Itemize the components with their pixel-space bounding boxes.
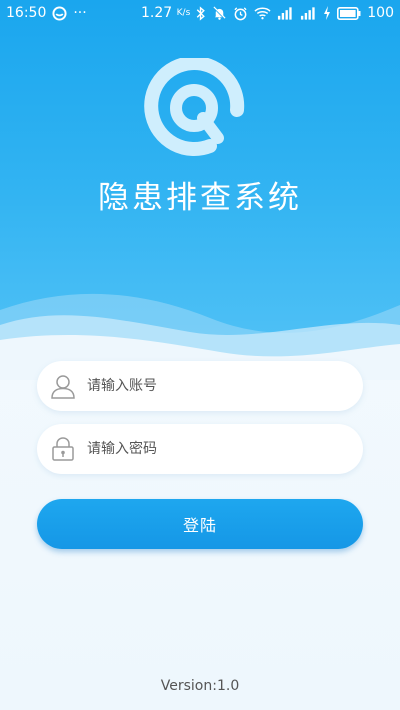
message-circle-icon [52, 0, 67, 26]
login-screen: 16:50 ··· 1.27 K/s 100 隐患排查系统 请输入账号 登陆 V… [0, 0, 400, 710]
charging-icon [323, 0, 331, 26]
password-field[interactable] [37, 424, 363, 474]
account-field[interactable] [37, 361, 363, 411]
signal-icon [277, 0, 294, 26]
network-speed-value: 1.27 [141, 5, 173, 21]
lock-icon [49, 435, 77, 463]
app-logo-icon [144, 58, 245, 157]
alarm-icon [233, 0, 248, 26]
signal-4g-icon [300, 0, 317, 26]
bluetooth-icon [196, 0, 206, 26]
network-speed: 1.27 K/s [141, 0, 190, 26]
user-icon [49, 372, 77, 400]
status-more: ··· [73, 5, 87, 21]
version-label: Version:1.0 [160, 678, 240, 694]
network-speed-unit: K/s [176, 8, 191, 18]
status-bar: 16:50 ··· 1.27 K/s 100 [0, 0, 400, 26]
battery-level: 100 [367, 5, 394, 21]
password-input[interactable] [87, 429, 337, 469]
login-button[interactable]: 登陆 [37, 499, 363, 549]
status-time: 16:50 [6, 5, 47, 21]
wifi-icon [254, 0, 271, 26]
app-title: 隐患排查系统 [98, 180, 302, 216]
mute-icon [212, 0, 227, 26]
account-input[interactable] [87, 366, 337, 406]
battery-icon [337, 0, 361, 26]
